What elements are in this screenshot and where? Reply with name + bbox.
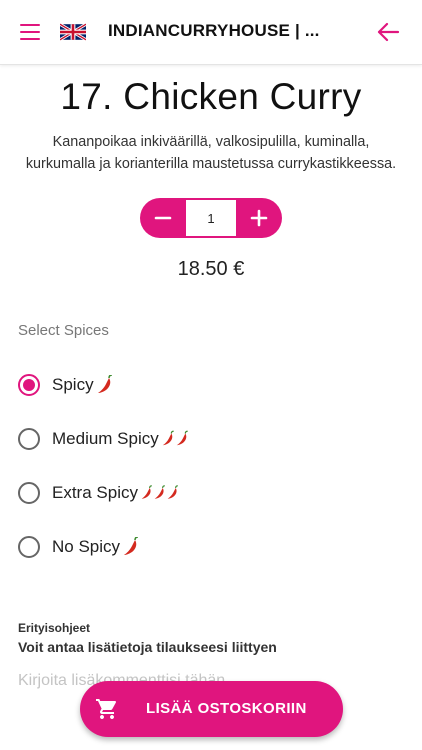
dish-description-line-2: kurkumalla ja korianterilla maustetussa … — [25, 156, 397, 172]
dish-title: 17. Chicken Curry — [60, 76, 362, 117]
spice-option-no-spicy[interactable]: No Spicy — [18, 532, 141, 562]
radio-selected-icon[interactable] — [18, 374, 40, 396]
spice-option-label: Spicy — [52, 375, 94, 394]
shopping-cart-icon — [95, 697, 119, 721]
spice-option-label: Medium Spicy — [52, 429, 159, 448]
minus-icon — [154, 216, 172, 220]
radio-unselected-icon[interactable] — [18, 482, 40, 504]
chili-pepper-icon — [97, 375, 115, 395]
add-to-cart-label: LISÄÄ OSTOSKORIIN — [146, 700, 307, 717]
chili-pepper-icon — [141, 483, 180, 503]
chili-pepper-icon — [123, 537, 141, 557]
quantity-stepper — [140, 198, 282, 238]
spice-option-spicy[interactable]: Spicy — [18, 370, 115, 400]
spice-option-label: Extra Spicy — [52, 483, 138, 502]
spice-option-label: No Spicy — [52, 537, 121, 556]
app-bar: INDIANCURRYHOUSE | ... — [0, 0, 422, 65]
dish-price: 18.50 € — [177, 258, 245, 280]
uk-flag-icon[interactable] — [59, 22, 87, 42]
decrease-quantity-button[interactable] — [140, 198, 186, 238]
spice-option-medium-spicy[interactable]: Medium Spicy — [18, 424, 190, 454]
add-to-cart-button[interactable]: LISÄÄ OSTOSKORIIN — [80, 681, 343, 737]
dish-description-line-1: Kananpoikaa inkiväärillä, valkosipulilla… — [52, 134, 370, 150]
spices-section-label: Select Spices — [18, 322, 109, 339]
chili-pepper-icon — [162, 429, 190, 449]
quantity-input[interactable] — [186, 200, 236, 236]
app-title: INDIANCURRYHOUSE | ... — [108, 21, 320, 40]
increase-quantity-button[interactable] — [236, 198, 282, 238]
arrow-left-icon[interactable] — [376, 21, 400, 43]
radio-unselected-icon[interactable] — [18, 428, 40, 450]
notes-subheading: Voit antaa lisätietoja tilaukseesi liitt… — [18, 639, 277, 655]
radio-unselected-icon[interactable] — [18, 536, 40, 558]
notes-heading: Erityisohjeet — [18, 621, 91, 635]
plus-icon — [250, 209, 268, 227]
spice-option-extra-spicy[interactable]: Extra Spicy — [18, 478, 180, 508]
hamburger-menu-icon[interactable] — [20, 24, 40, 40]
dish-description: Kananpoikaa inkiväärillä, valkosipulilla… — [0, 131, 422, 175]
